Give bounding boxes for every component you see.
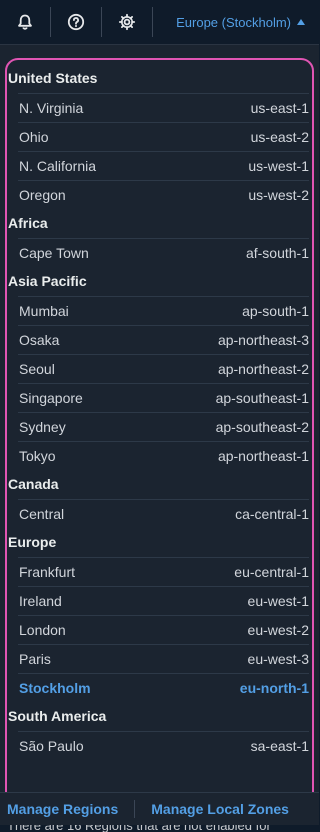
- region-option[interactable]: London eu-west-2: [18, 615, 309, 644]
- region-option[interactable]: São Paulo sa-east-1: [18, 731, 309, 760]
- region-option[interactable]: Cape Town af-south-1: [18, 238, 309, 267]
- region-name: Frankfurt: [19, 564, 76, 580]
- region-footer: Manage Regions Manage Local Zones: [0, 792, 319, 825]
- region-name: Central: [19, 506, 65, 522]
- region-name: Ohio: [19, 129, 49, 145]
- region-name: Stockholm: [19, 680, 91, 696]
- region-selector-label: Europe (Stockholm): [176, 14, 291, 30]
- region-name: Paris: [19, 651, 51, 667]
- region-option[interactable]: Oregon us-west-2: [18, 180, 309, 209]
- region-code: ap-southeast-2: [215, 419, 309, 435]
- region-name: Oregon: [19, 187, 66, 203]
- region-option[interactable]: Osaka ap-northeast-3: [18, 325, 309, 354]
- region-name: Osaka: [19, 332, 60, 348]
- region-code: us-east-1: [250, 100, 309, 116]
- region-code: us-east-2: [250, 129, 309, 145]
- region-code: us-west-1: [248, 158, 309, 174]
- region-group-title: Africa: [8, 215, 48, 231]
- region-name: Seoul: [19, 361, 55, 377]
- footer-divider: [134, 800, 136, 818]
- manage-regions-link[interactable]: Manage Regions: [7, 801, 118, 817]
- region-name: Singapore: [19, 390, 83, 406]
- region-name: Cape Town: [19, 245, 89, 261]
- region-code: us-west-2: [248, 187, 309, 203]
- region-code: ap-northeast-3: [217, 332, 309, 348]
- region-name: Ireland: [19, 593, 62, 609]
- region-option[interactable]: Sydney ap-southeast-2: [18, 412, 309, 441]
- region-code: af-south-1: [245, 245, 309, 261]
- bell-icon[interactable]: [0, 0, 50, 45]
- region-option[interactable]: Ohio us-east-2: [18, 122, 309, 151]
- help-icon[interactable]: [51, 0, 101, 45]
- region-code: sa-east-1: [250, 738, 309, 754]
- region-name: N. Virginia: [19, 100, 84, 116]
- region-option[interactable]: N. California us-west-1: [18, 151, 309, 180]
- region-option[interactable]: Ireland eu-west-1: [18, 586, 309, 615]
- region-group-title: Asia Pacific: [8, 273, 87, 289]
- region-group-title: Europe: [8, 534, 57, 550]
- manage-local-zones-link[interactable]: Manage Local Zones: [151, 801, 289, 817]
- region-code: eu-west-3: [247, 651, 309, 667]
- region-name: N. California: [19, 158, 97, 174]
- top-navigation-bar: Europe (Stockholm): [0, 0, 319, 45]
- region-option[interactable]: Tokyo ap-northeast-1: [18, 441, 309, 470]
- gear-icon[interactable]: [102, 0, 152, 45]
- region-option[interactable]: N. Virginia us-east-1: [18, 93, 309, 122]
- region-option[interactable]: Central ca-central-1: [18, 499, 309, 528]
- region-option[interactable]: Mumbai ap-south-1: [18, 296, 309, 325]
- region-group-title: South America: [8, 708, 107, 724]
- region-name: Sydney: [19, 419, 66, 435]
- region-option[interactable]: Singapore ap-southeast-1: [18, 383, 309, 412]
- region-dropdown-panel: United States N. Virginia us-east-1 Ohio us-…: [0, 45, 319, 832]
- region-code: ca-central-1: [235, 506, 309, 522]
- region-code: ap-southeast-1: [215, 390, 309, 406]
- region-code: eu-central-1: [234, 564, 309, 580]
- region-name: Tokyo: [19, 448, 56, 464]
- region-name: Mumbai: [19, 303, 69, 319]
- region-name: London: [19, 622, 66, 638]
- region-selector-button[interactable]: Europe (Stockholm): [153, 0, 319, 45]
- region-code: ap-northeast-2: [217, 361, 309, 377]
- region-option[interactable]: Paris eu-west-3: [18, 644, 309, 673]
- caret-up-icon: [297, 19, 305, 25]
- region-code: ap-northeast-1: [217, 448, 309, 464]
- region-list: United States N. Virginia us-east-1 Ohio us-…: [5, 58, 314, 806]
- region-code: eu-west-2: [247, 622, 309, 638]
- region-name: São Paulo: [19, 738, 84, 754]
- region-option[interactable]: Stockholm eu-north-1: [18, 673, 309, 702]
- region-option[interactable]: Seoul ap-northeast-2: [18, 354, 309, 383]
- region-group-title: United States: [8, 70, 98, 86]
- region-option[interactable]: Frankfurt eu-central-1: [18, 557, 309, 586]
- region-group-title: Canada: [8, 476, 59, 492]
- region-code: eu-north-1: [239, 680, 309, 696]
- region-code: ap-south-1: [242, 303, 309, 319]
- region-code: eu-west-1: [247, 593, 309, 609]
